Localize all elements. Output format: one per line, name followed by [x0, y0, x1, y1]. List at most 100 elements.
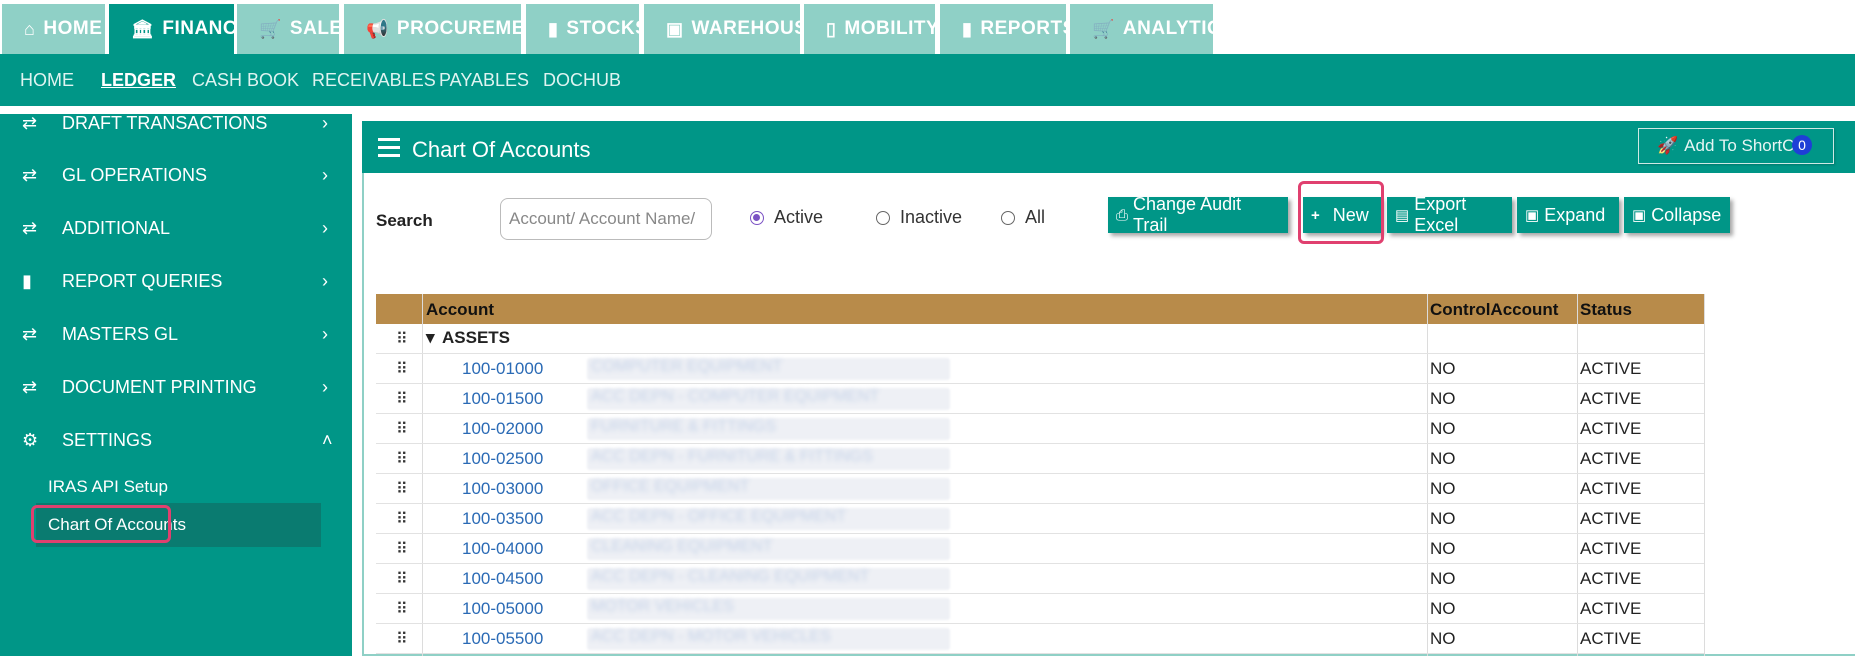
status-cell: ACTIVE: [1580, 449, 1642, 468]
drag-handle-icon[interactable]: ⠿: [396, 539, 408, 559]
column-header-account: Account: [426, 300, 494, 319]
save-icon: ▣: [1525, 207, 1540, 224]
drag-handle-icon[interactable]: ⠿: [396, 359, 408, 379]
drag-handle-icon[interactable]: ⠿: [396, 419, 408, 439]
drag-handle-icon[interactable]: ⠿: [396, 389, 408, 409]
table-row[interactable]: ⠿ 100-01000 COMPUTER EQUIPMENT NO ACTIVE: [376, 354, 1704, 384]
table-row[interactable]: ⠿ 100-01500 ACC DEPN - COMPUTER EQUIPMENT N…: [376, 384, 1704, 414]
table-row[interactable]: ⠿ 100-03000 OFFICE EQUIPMENT NO ACTIVE: [376, 474, 1704, 504]
account-code-link[interactable]: 100-01500: [462, 389, 543, 409]
shortcut-count-badge: 0: [1792, 135, 1812, 155]
account-name-redacted: ACC DEPN - MOTOR VEHICLES: [587, 628, 950, 650]
chevron-right-icon: ›: [322, 112, 328, 133]
account-name-redacted: MOTOR VEHICLES: [587, 598, 950, 620]
sidebar-item-additional[interactable]: ⇄ ADDITIONAL ›: [0, 202, 352, 254]
tab-analytics[interactable]: 🛒 ANALYTICS: [1070, 4, 1234, 54]
table-row[interactable]: ⠿ 100-05000 MOTOR VEHICLES NO ACTIVE: [376, 594, 1704, 624]
chevron-right-icon: ›: [322, 217, 328, 238]
control-account-cell: NO: [1430, 359, 1456, 378]
sidebar-item-gl-operations[interactable]: ⇄ GL OPERATIONS ›: [0, 149, 352, 201]
highlight-box: [31, 505, 171, 543]
subnav-receivables[interactable]: RECEIVABLES: [312, 70, 436, 91]
chevron-right-icon: ›: [322, 323, 328, 344]
column-header-status: Status: [1580, 300, 1632, 319]
account-code-link[interactable]: 100-05000: [462, 599, 543, 619]
tab-procurement[interactable]: 📢 PROCUREMENT: [344, 4, 551, 54]
cart-icon: 🛒: [259, 18, 282, 39]
account-name-redacted: ACC DEPN - CLEANING EQUIPMENT: [587, 568, 950, 590]
subnav-home[interactable]: HOME: [20, 70, 74, 91]
mobile-icon: ▯: [826, 18, 837, 39]
export-excel-button[interactable]: ▤ Export Excel: [1387, 194, 1512, 235]
radio-all[interactable]: All: [1001, 207, 1045, 228]
expand-caret-icon[interactable]: ▾: [426, 328, 435, 348]
search-label: Search: [376, 211, 433, 230]
sidebar-item-settings[interactable]: ⚙ SETTINGS ˄: [0, 414, 352, 466]
group-row[interactable]: ⠿ ▾ ASSETS: [376, 324, 1704, 354]
expand-button[interactable]: ▣ Expand: [1517, 197, 1619, 233]
rocket-icon: 🚀: [1657, 136, 1679, 155]
tab-sales[interactable]: 🛒 SALES: [237, 4, 355, 54]
table-row[interactable]: ⠿ 100-02500 ACC DEPN - FURNITURE & FITTING…: [376, 444, 1704, 474]
account-code-link[interactable]: 100-01000: [462, 359, 543, 379]
drag-handle-icon[interactable]: ⠿: [396, 509, 408, 529]
account-code-link[interactable]: 100-04500: [462, 569, 543, 589]
sidebar-item-document-printing[interactable]: ⇄ DOCUMENT PRINTING ›: [0, 361, 352, 413]
gears-icon: ⚙: [22, 429, 39, 450]
status-cell: ACTIVE: [1580, 509, 1642, 528]
drag-handle-icon[interactable]: ⠿: [396, 449, 408, 469]
sidebar-item-masters-gl[interactable]: ⇄ MASTERS GL ›: [0, 308, 352, 360]
tab-reports[interactable]: ▮ REPORTS: [940, 4, 1075, 54]
tab-finance[interactable]: 🏛 FINANCE: [109, 4, 250, 54]
bar-chart-icon: ▮: [548, 18, 559, 39]
chevron-up-icon: ˄: [322, 429, 333, 450]
highlight-box: [1298, 181, 1384, 244]
control-account-cell: NO: [1430, 539, 1456, 558]
sidebar-item-report-queries[interactable]: ▮ REPORT QUERIES ›: [0, 255, 352, 307]
save-icon: ▣: [1632, 207, 1647, 224]
radio-dot: [1001, 210, 1015, 225]
drag-handle-icon[interactable]: ⠿: [396, 599, 408, 619]
sidebar-item-draft-transactions[interactable]: ⇄ DRAFT TRANSACTIONS ›: [0, 97, 352, 149]
drag-handle-icon[interactable]: ⠿: [396, 329, 408, 349]
subnav-cash-book[interactable]: CASH BOOK: [192, 70, 299, 91]
drag-handle-icon[interactable]: ⠿: [396, 569, 408, 589]
drag-handle-icon[interactable]: ⠿: [396, 479, 408, 499]
control-account-cell: NO: [1430, 509, 1456, 528]
account-code-link[interactable]: 100-05500: [462, 629, 543, 649]
control-account-cell: NO: [1430, 389, 1456, 408]
tab-home[interactable]: ⌂ HOME: [2, 4, 105, 54]
bar-chart-icon: ▮: [22, 270, 32, 291]
collapse-button[interactable]: ▣ Collapse: [1624, 197, 1730, 233]
table-row[interactable]: ⠿ 100-05500 ACC DEPN - MOTOR VEHICLES NO ACT…: [376, 624, 1704, 654]
radio-dot: [750, 210, 764, 225]
table-row[interactable]: ⠿ 100-02000 FURNITURE & FITTINGS NO ACTIVE: [376, 414, 1704, 444]
account-name-redacted: ACC DEPN - COMPUTER EQUIPMENT: [587, 388, 950, 410]
table-row[interactable]: ⠿ 100-04000 CLEANING EQUIPMENT NO ACTIVE: [376, 534, 1704, 564]
tab-warehouse[interactable]: ▣ WAREHOUSE: [644, 4, 820, 54]
status-cell: ACTIVE: [1580, 359, 1642, 378]
search-input[interactable]: [500, 198, 712, 240]
account-code-link[interactable]: 100-03500: [462, 509, 543, 529]
bullhorn-icon: 📢: [366, 18, 389, 39]
account-code-link[interactable]: 100-02500: [462, 449, 543, 469]
print-icon: ⎙: [1116, 206, 1129, 224]
change-audit-trail-button[interactable]: ⎙ Change Audit Trail: [1108, 194, 1288, 235]
tab-mobility[interactable]: ▯ MOBILITY: [804, 4, 939, 54]
menu-icon[interactable]: [378, 138, 400, 162]
bank-icon: 🏛: [131, 18, 155, 39]
subnav-ledger[interactable]: LEDGER: [101, 70, 176, 91]
account-code-link[interactable]: 100-03000: [462, 479, 543, 499]
radio-active[interactable]: Active: [750, 207, 823, 228]
drag-handle-icon[interactable]: ⠿: [396, 629, 408, 649]
table-row[interactable]: ⠿ 100-04500 ACC DEPN - CLEANING EQUIPMENT N…: [376, 564, 1704, 594]
account-code-link[interactable]: 100-02000: [462, 419, 543, 439]
radio-inactive[interactable]: Inactive: [876, 207, 962, 228]
subnav-payables[interactable]: PAYABLES: [439, 70, 529, 91]
tab-stocks[interactable]: ▮ STOCKS: [526, 4, 648, 54]
table-row[interactable]: ⠿ 100-03500 ACC DEPN - OFFICE EQUIPMENT NO A…: [376, 504, 1704, 534]
sidebar-subitem-iras-api-setup[interactable]: IRAS API Setup: [48, 477, 168, 497]
account-code-link[interactable]: 100-04000: [462, 539, 543, 559]
subnav-dochub[interactable]: DOCHUB: [543, 70, 621, 91]
account-name-redacted: ACC DEPN - FURNITURE & FITTINGS: [587, 448, 950, 470]
